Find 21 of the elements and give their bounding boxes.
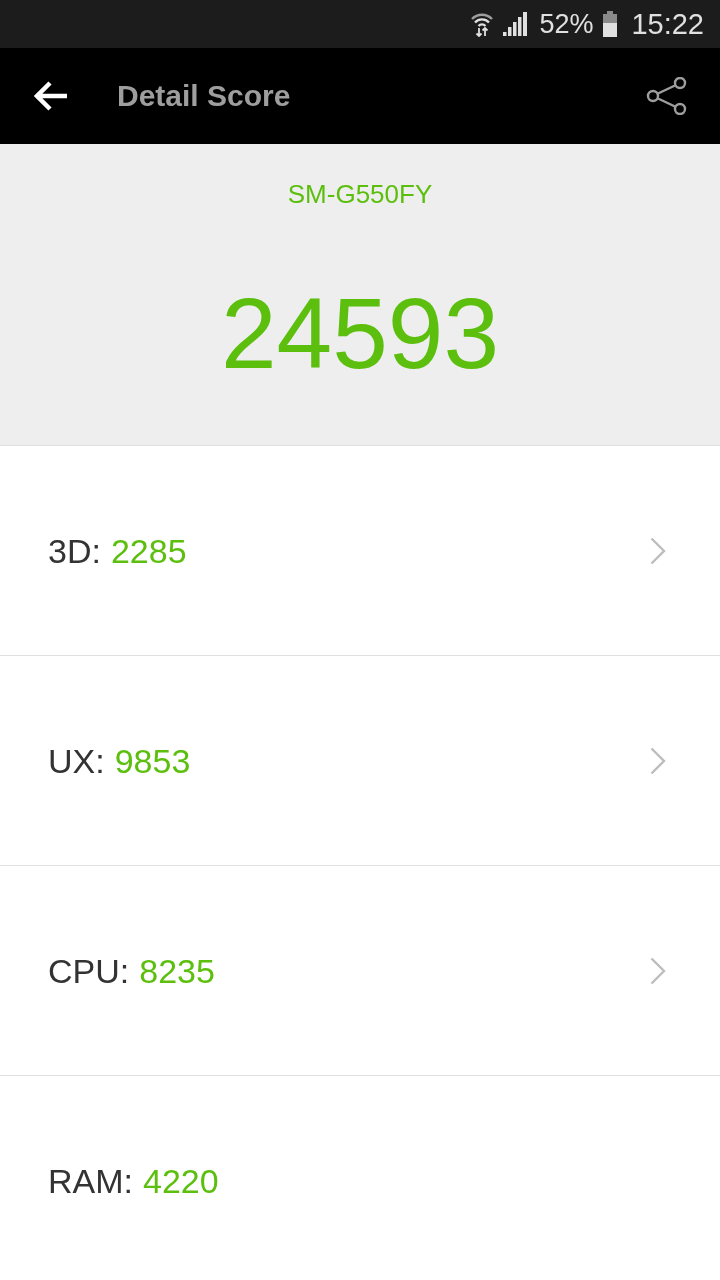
chevron-right-icon[interactable] [650,536,666,565]
category-label: RAM: [48,1163,133,1198]
category-label: 3D: [48,533,101,568]
battery-percent: 52% [539,10,594,38]
category-score: 9853 [114,743,191,778]
back-arrow-icon[interactable] [34,81,68,111]
signal-icon [503,12,528,36]
chevron-right-icon[interactable] [650,746,666,775]
battery-icon [603,11,618,37]
screen-title: Detail Score [117,81,291,111]
device-model: SM-G550FY [287,179,433,209]
category-score: 2285 [110,533,187,568]
chevron-right-icon[interactable] [650,956,666,985]
category-score: 8235 [139,953,215,988]
share-icon[interactable] [646,77,688,115]
clock-time: 15:22 [631,9,704,39]
category-label: UX: [48,743,105,778]
category-score: 4220 [143,1163,219,1198]
category-label: CPU: [48,953,130,988]
wifi-icon [471,11,494,37]
total-score: 24593 [220,276,500,390]
